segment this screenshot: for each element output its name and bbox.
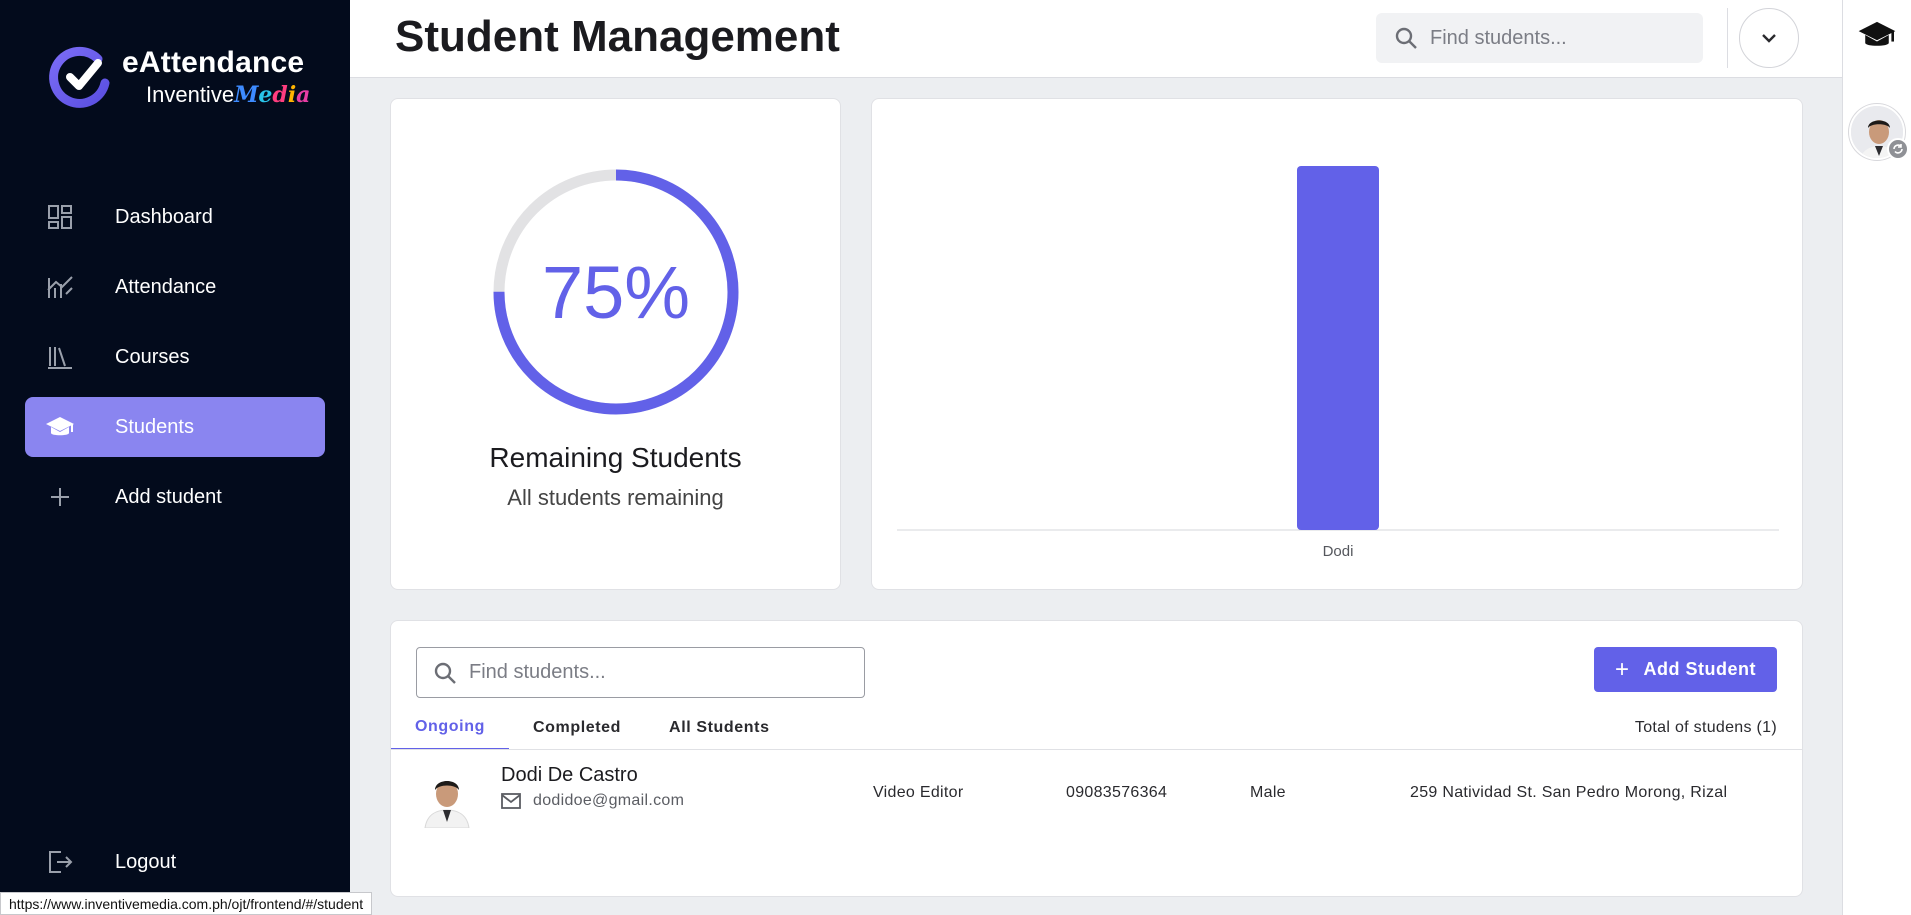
remaining-students-card: 75% Remaining Students All students rema… bbox=[390, 98, 841, 590]
sidebar-item-label: Courses bbox=[115, 345, 190, 368]
chart-bar-dodi[interactable] bbox=[1297, 166, 1379, 530]
students-table-card: Find students... + Add Student Ongoing C… bbox=[390, 620, 1803, 897]
student-gender: Male bbox=[1250, 784, 1286, 801]
student-address: 259 Natividad St. San Pedro Morong, Riza… bbox=[1410, 784, 1728, 801]
sidebar-item-courses[interactable]: Courses bbox=[25, 327, 325, 387]
sidebar-item-students[interactable]: Students bbox=[25, 397, 325, 457]
search-icon bbox=[434, 662, 456, 684]
table-search-input[interactable]: Find students... bbox=[416, 647, 865, 698]
graduation-cap-icon bbox=[45, 412, 75, 442]
tab-all-students[interactable]: All Students bbox=[645, 705, 794, 750]
chevron-down-icon bbox=[1762, 34, 1776, 43]
total-count: Total of studens (1) bbox=[1634, 719, 1777, 736]
logout-button[interactable]: Logout bbox=[25, 832, 325, 892]
logout-icon bbox=[45, 847, 75, 877]
chart-line-icon bbox=[45, 272, 75, 302]
student-avatar bbox=[419, 766, 475, 829]
browser-status-url: https://www.inventivemedia.com.ph/ojt/fr… bbox=[0, 892, 373, 915]
header-search-input[interactable]: Find students... bbox=[1376, 13, 1703, 63]
student-tabs: Ongoing Completed All Students bbox=[391, 705, 794, 750]
header-dropdown-button[interactable] bbox=[1739, 8, 1799, 68]
sidebar-item-dashboard[interactable]: Dashboard bbox=[25, 187, 325, 247]
search-icon bbox=[1395, 27, 1417, 49]
page-title: Student Management bbox=[395, 12, 840, 61]
sidebar-item-attendance[interactable]: Attendance bbox=[25, 257, 325, 317]
mail-icon bbox=[501, 793, 521, 809]
progress-ring: 75% bbox=[491, 167, 741, 417]
check-logo-icon bbox=[49, 46, 110, 108]
sidebar-item-label: Add student bbox=[115, 485, 222, 508]
brand-logo-block[interactable]: eAttendance InventiveMedia bbox=[48, 45, 310, 109]
brand-title: eAttendance bbox=[122, 46, 305, 79]
books-icon bbox=[45, 342, 75, 372]
sidebar-nav: Dashboard Attendance Courses Students Ad… bbox=[25, 187, 325, 537]
top-header: Student Management Find students... bbox=[350, 0, 1842, 78]
sync-icon bbox=[1887, 138, 1909, 160]
tab-ongoing[interactable]: Ongoing bbox=[391, 705, 509, 750]
graduation-cap-icon[interactable] bbox=[1857, 18, 1897, 57]
student-email: dodidoe@gmail.com bbox=[501, 792, 684, 810]
sidebar-item-label: Students bbox=[115, 415, 194, 438]
sidebar-item-label: Attendance bbox=[115, 275, 217, 298]
progress-title: Remaining Students bbox=[489, 442, 742, 473]
add-student-label: Add Student bbox=[1643, 659, 1756, 679]
bar-chart: Dodi bbox=[897, 166, 1779, 560]
add-student-button[interactable]: + Add Student bbox=[1594, 647, 1777, 692]
sidebar-item-label: Dashboard bbox=[115, 205, 213, 228]
sidebar: eAttendance InventiveMedia Dashboard Att… bbox=[0, 0, 350, 915]
sidebar-item-add-student[interactable]: Add student bbox=[25, 467, 325, 527]
user-avatar[interactable] bbox=[1849, 104, 1909, 162]
student-phone: 09083576364 bbox=[1066, 784, 1168, 801]
x-tick-label: Dodi bbox=[1323, 543, 1354, 560]
students-chart-card: Dodi bbox=[871, 98, 1803, 590]
header-search-placeholder: Find students... bbox=[1430, 26, 1567, 49]
progress-subtitle: All students remaining bbox=[507, 485, 724, 510]
plus-icon bbox=[45, 482, 75, 512]
tab-completed[interactable]: Completed bbox=[509, 705, 645, 750]
brand-media-wordmark: Media bbox=[234, 82, 311, 108]
student-name: Dodi De Castro bbox=[501, 764, 638, 786]
plus-icon: + bbox=[1615, 655, 1630, 683]
logout-label: Logout bbox=[115, 850, 177, 873]
header-divider bbox=[1727, 8, 1728, 68]
right-rail bbox=[1842, 0, 1911, 915]
student-role: Video Editor bbox=[873, 784, 964, 801]
progress-percent: 75% bbox=[541, 250, 691, 334]
brand-subtitle: InventiveMedia bbox=[146, 82, 311, 108]
dashboard-icon bbox=[45, 202, 75, 232]
table-search-placeholder: Find students... bbox=[469, 661, 606, 683]
table-row[interactable]: Dodi De Castro dodidoe@gmail.com Video E… bbox=[391, 750, 1802, 840]
